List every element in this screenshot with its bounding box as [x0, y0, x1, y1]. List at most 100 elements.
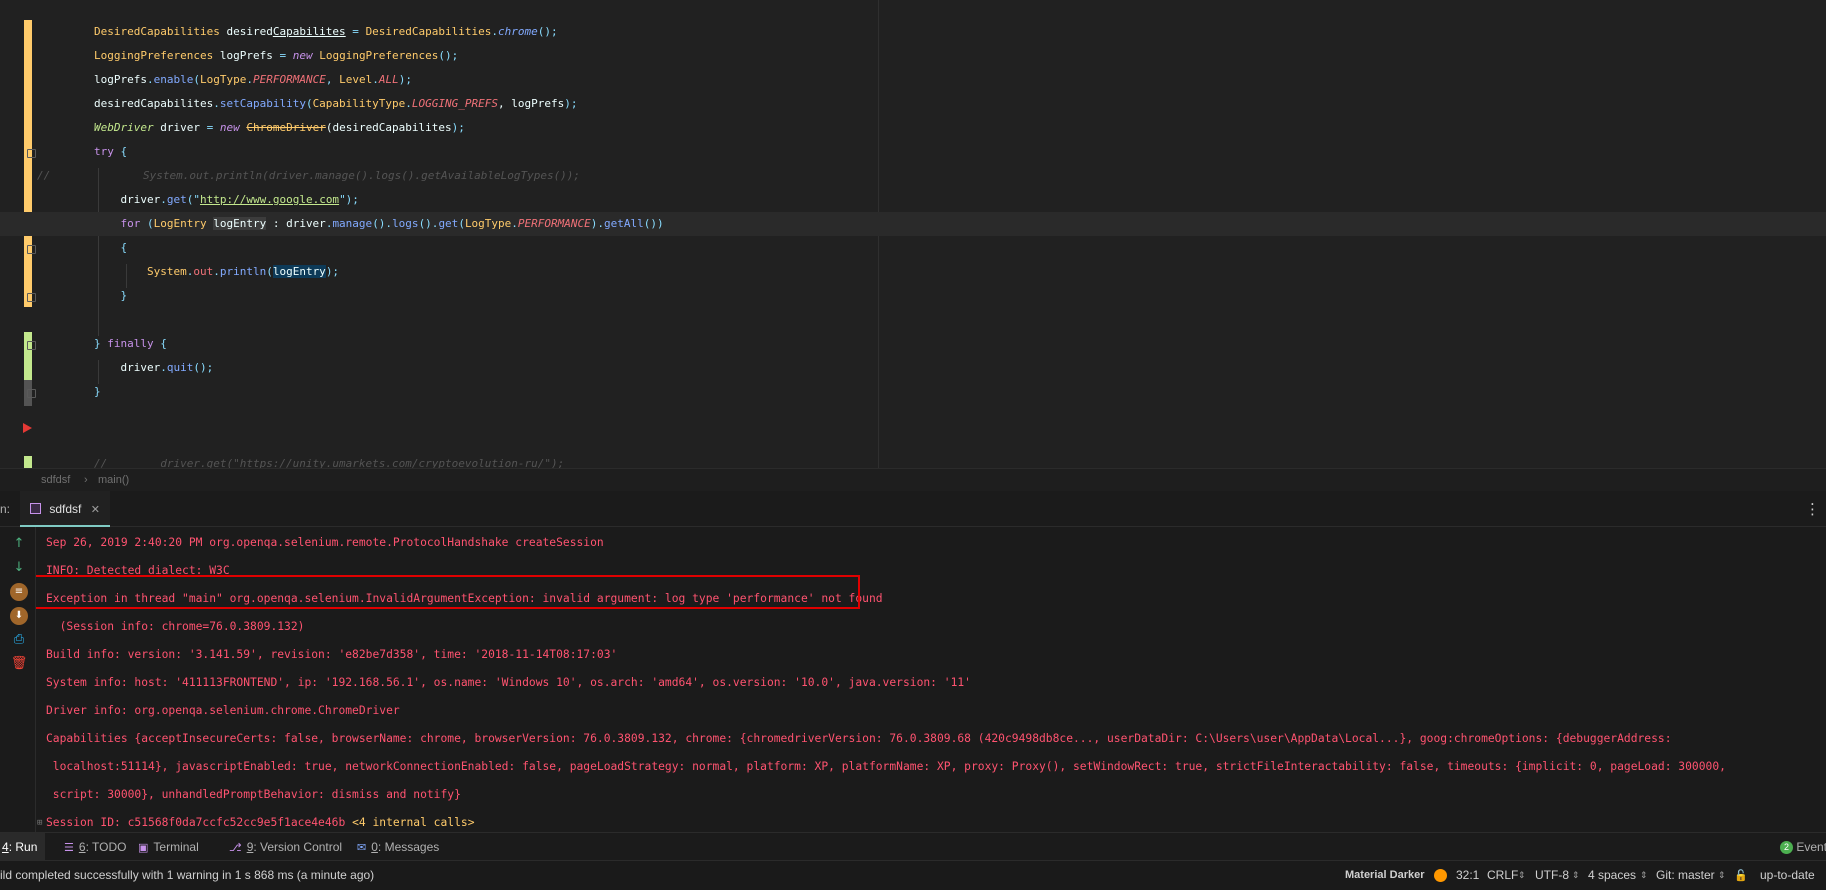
more-options-icon[interactable]: ⋮ [1805, 491, 1820, 527]
chevron-updown-icon: ⇕ [1572, 870, 1580, 880]
status-message[interactable]: ild completed successfully with 1 warnin… [0, 861, 374, 890]
code-line[interactable]: driver.quit(); [0, 356, 878, 380]
scroll-to-end-icon[interactable]: ⬇ [10, 607, 28, 625]
code-line[interactable]: DesiredCapabilities desiredCapabilites =… [0, 20, 878, 44]
code-token: ( [458, 217, 465, 230]
code-token: PERFORMANCE [517, 217, 591, 230]
code-token: ). [590, 217, 605, 230]
console-output[interactable]: Sep 26, 2019 2:40:20 PM org.openqa.selen… [36, 527, 1826, 832]
run-window-title: n: [0, 502, 11, 516]
code-token: } [94, 385, 101, 398]
code-token: desired [219, 25, 273, 38]
code-token: manage [332, 217, 373, 230]
code-line[interactable]: } [0, 380, 878, 404]
code-token: LogEntry [153, 217, 214, 230]
code-line[interactable]: } finally { [0, 332, 878, 356]
code-token: . [160, 361, 167, 374]
code-token: ); [398, 73, 412, 86]
code-line[interactable]: for (LogEntry logEntry : driver.manage()… [0, 212, 1826, 236]
console-text: Driver info: org.openqa.selenium.chrome.… [46, 704, 400, 717]
internal-calls-link[interactable]: <4 internal calls> [345, 816, 474, 829]
code-token: new [292, 49, 320, 62]
code-token: logEntry [213, 217, 267, 230]
soft-wrap-icon[interactable]: ≡ [10, 583, 28, 601]
console-text: Session ID: c51568f0da7ccfc52cc9e5f1ace4… [46, 816, 346, 829]
code-token: LogType [464, 217, 512, 230]
breadcrumb-class[interactable]: sdfdsf [41, 469, 70, 491]
caret-position[interactable]: 32:1 [1456, 861, 1479, 890]
code-line[interactable]: desiredCapabilites.setCapability(Capabil… [0, 92, 878, 116]
code-token: (); [537, 25, 558, 38]
code-editor[interactable]: DesiredCapabilities desiredCapabilites =… [0, 0, 1826, 468]
run-config-icon [30, 503, 41, 514]
theme-name[interactable]: Material Darker [1345, 861, 1425, 890]
expand-icon[interactable]: ⊞ [37, 809, 42, 832]
tool-tab-messages[interactable]: ✉ 0: Messages [355, 833, 439, 861]
indent-setting[interactable]: 4 spaces [1588, 861, 1636, 890]
tool-tab-versioncontrol[interactable]: ⎇ 9: Version Control [227, 833, 342, 861]
code-token: . [372, 73, 379, 86]
tab-sdfdsf[interactable]: sdfdsf ✕ [20, 491, 110, 527]
breadcrumb-method[interactable]: main() [98, 469, 129, 491]
code-token: { [160, 337, 167, 350]
code-token: ChromeDriver [246, 121, 326, 134]
code-line[interactable]: // driver.get("https://unity.umarkets.co… [0, 452, 878, 468]
vcs-status[interactable]: up-to-date [1760, 861, 1815, 890]
code-token: getAll [604, 217, 644, 230]
code-line[interactable]: LoggingPreferences logPrefs = new Loggin… [0, 44, 878, 68]
code-line[interactable]: System.out.println(logEntry); [0, 260, 878, 284]
tool-window-tabs: 4: Run ☰ 6: TODO ▣ Terminal ⎇ 9: Version Contr… [0, 832, 1826, 861]
code-token: logEntry [272, 265, 326, 278]
run-window-header: n: sdfdsf ✕ ⋮ [0, 491, 1826, 527]
line-separator[interactable]: CRLF [1487, 861, 1518, 890]
code-token: get [438, 217, 459, 230]
code-token: "); [339, 193, 359, 206]
code-token: . [405, 97, 412, 110]
code-token: LoggingPreferences [94, 49, 214, 62]
file-encoding[interactable]: UTF-8 [1535, 861, 1569, 890]
code-token: http://www.google.com [199, 193, 340, 206]
code-line[interactable]: // System.out.println(driver.manage().lo… [0, 164, 878, 188]
tool-tab-mnemonic: 6 [78, 840, 86, 854]
arrow-down-icon[interactable]: ↓ [10, 559, 28, 577]
code-token: (desiredCapabilites [325, 121, 452, 134]
code-token: enable [153, 73, 194, 86]
console-line: Build info: version: '3.141.59', revisio… [46, 641, 617, 669]
tool-tab-icon: ☰ [64, 841, 74, 854]
tool-tab-terminal[interactable]: ▣ Terminal [136, 833, 199, 861]
code-line[interactable] [0, 308, 878, 332]
code-line[interactable] [0, 428, 878, 452]
code-line[interactable]: { [0, 236, 878, 260]
tab-label: sdfdsf [49, 502, 82, 516]
code-token: . [213, 265, 220, 278]
trash-icon[interactable]: 🗑 [10, 655, 28, 673]
code-line[interactable]: } [0, 284, 878, 308]
code-token: ALL [378, 73, 399, 86]
console-text: localhost:51114}, javascriptEnabled: tru… [46, 760, 1726, 773]
tool-tab-run[interactable]: 4: Run [0, 833, 46, 861]
code-line[interactable]: WebDriver driver = new ChromeDriver(desi… [0, 116, 878, 140]
lock-icon[interactable]: 🔓 [1734, 861, 1748, 890]
event-log-tab[interactable]: 2 Event L [1774, 833, 1826, 861]
code-line[interactable]: logPrefs.enable(LogType.PERFORMANCE, Lev… [0, 68, 878, 92]
code-line[interactable] [0, 404, 878, 428]
close-icon[interactable]: ✕ [91, 504, 100, 516]
code-line[interactable]: driver.get("http://www.google.com"); [0, 188, 878, 212]
event-log-label: Event L [1796, 840, 1826, 854]
tool-tab-todo[interactable]: ☰ 6: TODO [62, 833, 126, 861]
arrow-up-icon[interactable]: ↑ [10, 535, 28, 553]
console-text: Build info: version: '3.141.59', revisio… [46, 648, 618, 661]
code-token: driver [94, 193, 161, 206]
code-token: driver [153, 121, 207, 134]
code-token: ( [305, 97, 313, 110]
code-token: new [219, 121, 247, 134]
code-token: logs [392, 217, 419, 230]
code-line[interactable]: try { [0, 140, 878, 164]
code-token: { [94, 241, 128, 254]
print-icon[interactable]: ⎙ [10, 631, 28, 649]
git-branch[interactable]: Git: master [1656, 861, 1715, 890]
code-token: desiredCapabilites [94, 97, 214, 110]
code-token: finally [107, 337, 161, 350]
console-text: (Session info: chrome=76.0.3809.132) [46, 620, 305, 633]
code-token: { [120, 145, 128, 158]
